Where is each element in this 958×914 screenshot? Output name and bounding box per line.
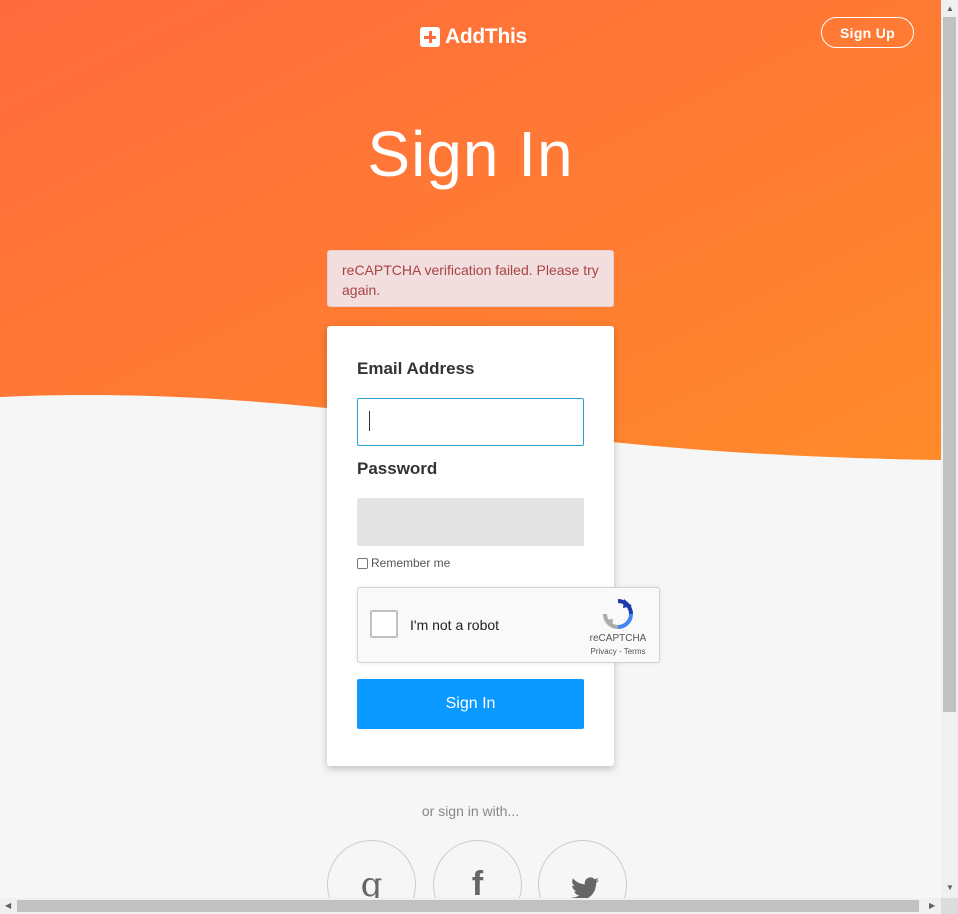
password-label: Password bbox=[357, 459, 438, 478]
social-prompt: or sign in with... bbox=[421, 803, 520, 819]
horizontal-scrollbar-thumb[interactable] bbox=[17, 900, 919, 912]
page-viewport: AddThis Sign Up Sign In reCAPTCHA verifi… bbox=[0, 0, 941, 898]
recaptcha-label: I'm not a robot bbox=[410, 617, 500, 633]
recaptcha-links[interactable]: Privacy - Terms bbox=[578, 647, 658, 656]
sign-in-card: Email Address Password Remember me I'm n… bbox=[327, 326, 660, 766]
recaptcha-logo-icon bbox=[603, 599, 633, 629]
remember-me-checkbox[interactable] bbox=[357, 557, 368, 569]
google-sign-in-button[interactable]: g bbox=[327, 840, 416, 898]
remember-me[interactable]: Remember me bbox=[357, 556, 450, 570]
plus-icon bbox=[420, 27, 440, 47]
recaptcha-brand: reCAPTCHA bbox=[589, 633, 647, 644]
text-caret bbox=[369, 411, 370, 431]
twitter-icon bbox=[571, 877, 599, 898]
twitter-sign-in-button[interactable] bbox=[538, 840, 627, 898]
sign-in-button[interactable]: Sign In bbox=[357, 679, 584, 729]
scroll-up-icon[interactable]: ▲ bbox=[946, 4, 954, 13]
vertical-scrollbar-thumb[interactable] bbox=[943, 17, 956, 712]
scroll-right-icon[interactable]: ▶ bbox=[929, 901, 935, 910]
addthis-logo[interactable]: AddThis bbox=[420, 25, 527, 49]
recaptcha-widget: I'm not a robot reCAPTCHA Privacy - Term… bbox=[357, 587, 660, 663]
scroll-left-icon[interactable]: ◀ bbox=[5, 901, 11, 910]
scroll-down-icon[interactable]: ▼ bbox=[946, 883, 954, 892]
recaptcha-checkbox[interactable] bbox=[370, 610, 398, 638]
horizontal-scrollbar[interactable]: ◀ ▶ bbox=[0, 898, 941, 914]
email-label: Email Address bbox=[357, 359, 475, 378]
scrollbar-corner bbox=[941, 898, 958, 914]
page-title: Sign In bbox=[367, 118, 574, 190]
google-icon: g bbox=[360, 865, 383, 898]
error-alert: reCAPTCHA verification failed. Please tr… bbox=[327, 250, 614, 307]
facebook-icon: f bbox=[471, 865, 484, 898]
password-field[interactable] bbox=[357, 498, 584, 546]
vertical-scrollbar[interactable]: ▲ ▼ bbox=[941, 0, 958, 898]
email-field[interactable] bbox=[357, 398, 584, 446]
sign-up-button[interactable]: Sign Up bbox=[821, 17, 914, 48]
logo-text: AddThis bbox=[445, 25, 527, 48]
remember-me-label: Remember me bbox=[371, 556, 451, 570]
facebook-sign-in-button[interactable]: f bbox=[433, 840, 522, 898]
